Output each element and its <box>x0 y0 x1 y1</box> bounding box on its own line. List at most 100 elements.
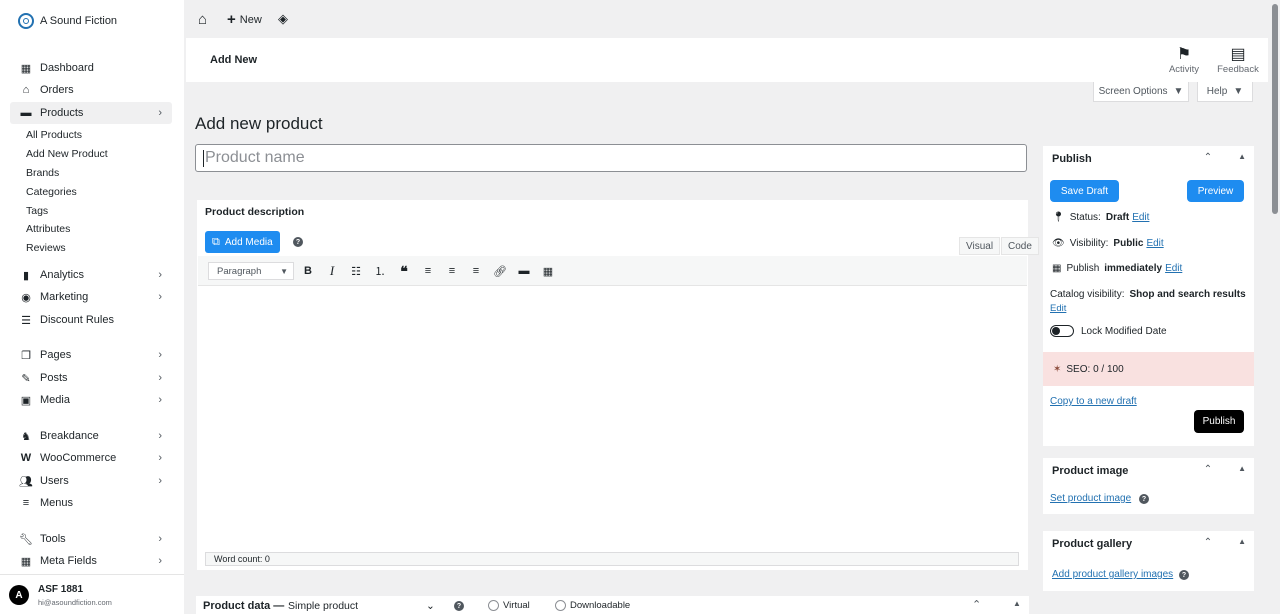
chevron-right-icon: › <box>158 372 162 384</box>
activity-button[interactable]: ⚑ Activity <box>1162 44 1206 75</box>
feedback-button[interactable]: ▤ Feedback <box>1216 44 1260 75</box>
sidebar-item-posts[interactable]: ✎ Posts › <box>10 367 172 389</box>
home-button[interactable]: ⌂ <box>198 11 207 28</box>
scrollbar-thumb[interactable] <box>1272 4 1278 214</box>
site-brand[interactable]: A Sound Fiction <box>18 13 117 29</box>
submenu-attributes[interactable]: Attributes <box>26 223 70 235</box>
chevron-up-icon[interactable]: ⌃ <box>1204 464 1212 475</box>
sidebar-item-dashboard[interactable]: ▦ Dashboard <box>10 57 172 79</box>
sidebar-item-menus[interactable]: ≡ Menus <box>10 492 172 514</box>
help-icon[interactable]: ? <box>1179 570 1189 580</box>
add-gallery-images-link[interactable]: Add product gallery images <box>1052 569 1173 580</box>
chevron-down-icon: ⌄ <box>426 600 435 612</box>
edit-icon: ✎ <box>21 372 31 385</box>
move-up-icon[interactable]: ▲ <box>1238 537 1246 548</box>
copy-to-draft-link[interactable]: Copy to a new draft <box>1050 396 1137 407</box>
sidebar-item-breakdance[interactable]: ♞ Breakdance › <box>10 425 172 447</box>
sidebar-item-media[interactable]: ▣ Media › <box>10 389 172 411</box>
caret-down-icon: ▼ <box>1233 86 1244 97</box>
submenu-all-products[interactable]: All Products <box>26 129 82 141</box>
lock-modified-toggle[interactable] <box>1050 325 1074 337</box>
submenu-categories[interactable]: Categories <box>26 186 77 198</box>
format-select[interactable]: Paragraph ▼ <box>208 262 294 280</box>
new-label: New <box>239 13 262 26</box>
chevron-right-icon: › <box>158 291 162 303</box>
sidebar-item-pages[interactable]: ❐ Pages › <box>10 344 172 366</box>
sidebar-item-users[interactable]: 👥︎ Users › <box>10 470 172 492</box>
new-button[interactable]: + New <box>227 11 262 28</box>
seo-score: ✶ SEO: 0 / 100 <box>1043 352 1254 386</box>
sidebar-item-products[interactable]: ▬ Products › <box>10 102 172 124</box>
move-up-icon[interactable]: ▲ <box>1238 152 1246 163</box>
align-right-icon[interactable]: ≡ <box>468 263 484 279</box>
downloadable-radio[interactable] <box>555 600 566 611</box>
preview-button[interactable]: Preview <box>1187 180 1244 202</box>
submenu-tags[interactable]: Tags <box>26 205 48 217</box>
align-left-icon[interactable]: ≡ <box>420 263 436 279</box>
toolbar-toggle-icon[interactable]: ▦ <box>540 263 556 279</box>
page-scrollbar[interactable] <box>1270 0 1280 614</box>
virtual-radio[interactable] <box>488 600 499 611</box>
bullet-list-icon[interactable]: ☷ <box>348 263 364 279</box>
help-icon[interactable]: ? <box>293 237 303 247</box>
box-controls: ⌃ ▲ <box>1204 464 1246 475</box>
blockquote-icon[interactable]: ❝ <box>396 263 412 279</box>
set-product-image-link[interactable]: Set product image <box>1050 493 1131 504</box>
admin-topbar: ⌂ + New ◈ <box>184 0 1280 38</box>
catalog-edit-link[interactable]: Edit <box>1050 303 1066 314</box>
help-icon[interactable]: ? <box>454 601 464 611</box>
product-name-input[interactable]: Product name <box>195 144 1027 172</box>
sidebar-item-analytics[interactable]: ▮ Analytics › <box>10 264 172 286</box>
add-media-button[interactable]: ⧉ Add Media <box>205 231 280 253</box>
sidebar-item-woocommerce[interactable]: W WooCommerce › <box>10 447 172 469</box>
submenu-reviews[interactable]: Reviews <box>26 242 66 254</box>
link-icon[interactable]: 🔗︎ <box>492 263 508 279</box>
woocommerce-icon: W <box>20 452 32 464</box>
page-title: Add new product <box>195 114 323 133</box>
save-draft-button[interactable]: Save Draft <box>1050 180 1119 202</box>
numbered-list-icon[interactable]: ⒈ <box>372 263 388 279</box>
sidebar-item-orders[interactable]: ⌂ Orders <box>10 79 172 101</box>
megaphone-icon: ◉ <box>21 291 31 304</box>
submenu-brands[interactable]: Brands <box>26 167 59 179</box>
virtual-checkbox[interactable]: Virtual <box>488 600 530 611</box>
product-gallery-title: Product gallery <box>1052 538 1133 550</box>
product-data-label: Product data — <box>203 600 285 612</box>
sidebar-item-marketing[interactable]: ◉ Marketing › <box>10 286 172 308</box>
tab-code[interactable]: Code <box>1001 237 1039 255</box>
help-icon[interactable]: ? <box>1139 494 1149 504</box>
read-more-icon[interactable]: ▬ <box>516 263 532 279</box>
help-button[interactable]: Help ▼ <box>1197 82 1253 102</box>
sidebar-item-meta-fields[interactable]: ▦ Meta Fields › <box>10 550 172 572</box>
publish-date-edit-link[interactable]: Edit <box>1165 263 1182 274</box>
submenu-add-new-product[interactable]: Add New Product <box>26 148 108 160</box>
sidebar-item-tools[interactable]: 🔧︎ Tools › <box>10 528 172 550</box>
downloadable-checkbox[interactable]: Downloadable <box>555 600 630 611</box>
inbox-icon: ⌂ <box>22 84 30 96</box>
visibility-edit-link[interactable]: Edit <box>1146 238 1163 249</box>
move-up-icon[interactable]: ▲ <box>1013 599 1021 608</box>
caret-down-icon: ▼ <box>1173 86 1184 97</box>
chevron-right-icon: › <box>158 533 162 545</box>
eye-icon: 👁︎ <box>1052 238 1065 249</box>
chevron-up-icon[interactable]: ⌃ <box>1204 152 1212 163</box>
align-center-icon[interactable]: ≡ <box>444 263 460 279</box>
table-icon: ▦ <box>20 555 32 568</box>
status-edit-link[interactable]: Edit <box>1132 212 1149 223</box>
move-up-icon[interactable]: ▲ <box>1238 464 1246 475</box>
chevron-up-icon[interactable]: ⌃ <box>1204 537 1212 548</box>
description-heading: Product description <box>205 206 305 218</box>
tab-visual[interactable]: Visual <box>959 237 1001 255</box>
breakdance-button[interactable]: ◈ <box>278 11 288 27</box>
italic-icon[interactable]: I <box>324 263 340 279</box>
product-type-select[interactable]: Simple product ⌄ <box>288 600 438 612</box>
screen-options-button[interactable]: Screen Options ▼ <box>1093 82 1189 102</box>
user-profile[interactable]: A ASF 1881 hi@asoundfiction.com <box>0 574 184 614</box>
user-name: ASF 1881 <box>38 584 84 595</box>
bold-icon[interactable]: B <box>300 263 316 279</box>
publish-button[interactable]: Publish <box>1194 410 1244 433</box>
sidebar-item-discount-rules[interactable]: ☰ Discount Rules <box>10 309 172 331</box>
chevron-up-icon[interactable]: ⌃ <box>972 598 981 611</box>
product-name-placeholder: Product name <box>205 149 305 166</box>
wrench-icon: 🔧︎ <box>19 533 33 546</box>
